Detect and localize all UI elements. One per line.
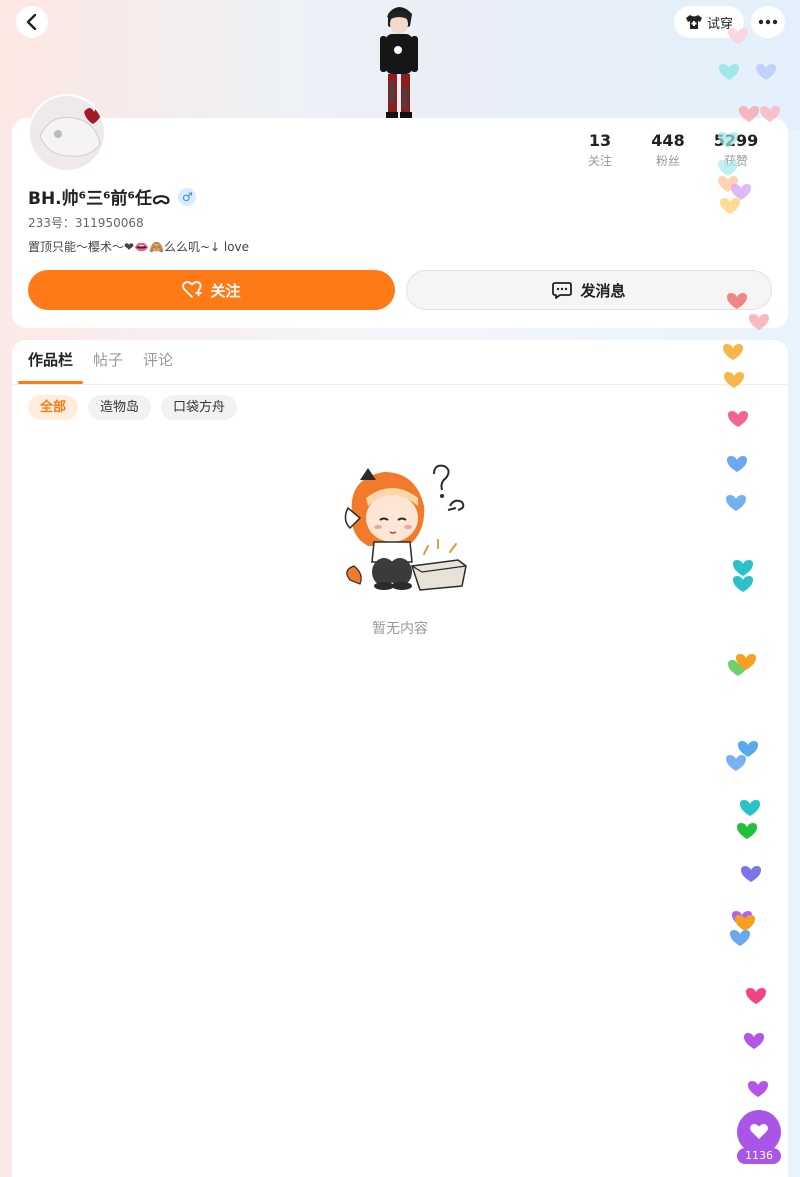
stat-number: 448 bbox=[651, 131, 685, 150]
username-row: BH.帅⁶三⁶前⁶任ᯅ ♂ bbox=[28, 184, 197, 209]
character-avatar-figure bbox=[380, 7, 418, 118]
filter-chips: 全部 造物岛 口袋方舟 bbox=[28, 395, 238, 420]
like-count-badge: 1136 bbox=[737, 1148, 781, 1164]
avatar[interactable] bbox=[28, 94, 106, 172]
message-label: 发消息 bbox=[580, 281, 626, 300]
avatar-image bbox=[30, 96, 104, 170]
try-on-label: 试穿 bbox=[706, 16, 733, 32]
chat-bubble-icon bbox=[552, 282, 573, 299]
profile-page: 试穿 13 关注 448 粉丝 5299 获赞 BH.帅⁶三⁶前⁶任ᯅ ♂ 23… bbox=[0, 0, 800, 1177]
profile-card: 13 关注 448 粉丝 5299 获赞 BH.帅⁶三⁶前⁶任ᯅ ♂ 233号：… bbox=[12, 94, 788, 328]
stat-following[interactable]: 13 关注 bbox=[566, 130, 634, 170]
tab-comments[interactable]: 评论 bbox=[133, 340, 183, 384]
filter-chip-all[interactable]: 全部 bbox=[28, 395, 79, 420]
stat-followers[interactable]: 448 粉丝 bbox=[634, 130, 702, 170]
try-on-button[interactable]: 试穿 bbox=[674, 6, 744, 38]
more-button[interactable] bbox=[751, 6, 785, 38]
stat-number: 13 bbox=[588, 131, 612, 150]
empty-state-text: 暂无内容 bbox=[372, 621, 428, 637]
profile-stats: 13 关注 448 粉丝 5299 获赞 bbox=[566, 130, 770, 170]
chevron-left-icon bbox=[26, 14, 37, 30]
follow-label: 关注 bbox=[210, 281, 241, 300]
content-card: 作品栏 帖子 评论 全部 造物岛 口袋方舟 暂无内容 bbox=[12, 340, 788, 1177]
stat-label: 获赞 bbox=[723, 154, 748, 168]
heart-icon bbox=[750, 1124, 768, 1139]
filter-chip-creation-island[interactable]: 造物岛 bbox=[88, 395, 152, 420]
heart-plus-icon bbox=[182, 281, 203, 298]
male-gender-icon: ♂ bbox=[178, 187, 197, 206]
follow-button[interactable]: 关注 bbox=[28, 270, 395, 310]
tab-posts[interactable]: 帖子 bbox=[83, 340, 133, 384]
user-id: 233号：311950068 bbox=[28, 216, 144, 230]
back-button[interactable] bbox=[16, 6, 48, 38]
user-bio: 置顶只能～樱术～❤👄🙈么么叽~↓ love bbox=[28, 240, 250, 254]
more-dots-icon bbox=[758, 19, 778, 25]
content-tabs: 作品栏 帖子 评论 bbox=[18, 340, 183, 384]
tab-divider bbox=[12, 384, 788, 385]
send-message-button[interactable]: 发消息 bbox=[406, 270, 772, 310]
stat-number: 5299 bbox=[713, 131, 759, 150]
stat-label: 粉丝 bbox=[655, 154, 680, 168]
shirt-icon bbox=[685, 15, 702, 29]
username: BH.帅⁶三⁶前⁶任ᯅ bbox=[28, 189, 171, 209]
filter-chip-pocket-ark[interactable]: 口袋方舟 bbox=[161, 395, 238, 420]
empty-state-illustration bbox=[344, 464, 467, 591]
stat-likes[interactable]: 5299 获赞 bbox=[702, 130, 770, 170]
stat-label: 关注 bbox=[587, 154, 612, 168]
tab-works[interactable]: 作品栏 bbox=[18, 340, 84, 384]
